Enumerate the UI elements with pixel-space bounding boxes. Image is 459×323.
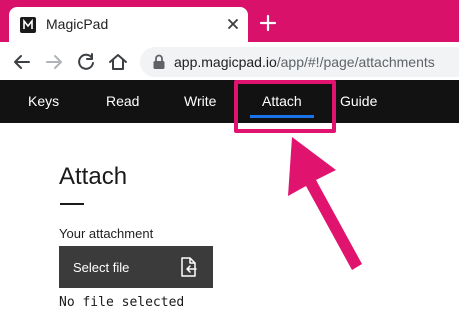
file-upload-icon: [179, 256, 199, 278]
forward-arrow-icon[interactable]: [43, 51, 65, 73]
nav-item-read[interactable]: Read: [106, 80, 139, 123]
nav-item-guide[interactable]: Guide: [340, 80, 377, 123]
url-text: app.magicpad.io/app/#!/page/attachments: [174, 54, 435, 70]
reload-icon[interactable]: [75, 51, 97, 73]
select-file-button[interactable]: Select file: [59, 246, 213, 288]
browser-tab-strip: MagicPad: [0, 0, 459, 42]
select-file-label: Select file: [73, 260, 130, 275]
page-title: Attach: [59, 163, 128, 190]
attachment-label: Your attachment: [59, 226, 154, 241]
app-nav-bar: Keys Read Write Attach Guide: [0, 80, 459, 123]
plus-icon[interactable]: [259, 14, 277, 32]
browser-toolbar: app.magicpad.io/app/#!/page/attachments: [0, 42, 459, 80]
url-path: /app/#!/page/attachments: [276, 54, 435, 70]
close-icon[interactable]: [224, 15, 242, 33]
home-icon[interactable]: [107, 51, 129, 73]
browser-tab[interactable]: MagicPad: [9, 7, 248, 42]
lock-icon: [152, 54, 166, 70]
magicpad-logo-icon: [20, 17, 36, 33]
tab-title: MagicPad: [46, 16, 109, 32]
back-arrow-icon[interactable]: [11, 51, 33, 73]
url-host: app.magicpad.io: [174, 54, 277, 70]
nav-item-attach[interactable]: Attach: [250, 80, 314, 123]
address-bar[interactable]: app.magicpad.io/app/#!/page/attachments: [140, 47, 459, 77]
file-status-text: No file selected: [59, 295, 185, 310]
nav-item-keys[interactable]: Keys: [28, 80, 59, 123]
nav-item-write[interactable]: Write: [184, 80, 216, 123]
title-divider: [60, 203, 84, 205]
